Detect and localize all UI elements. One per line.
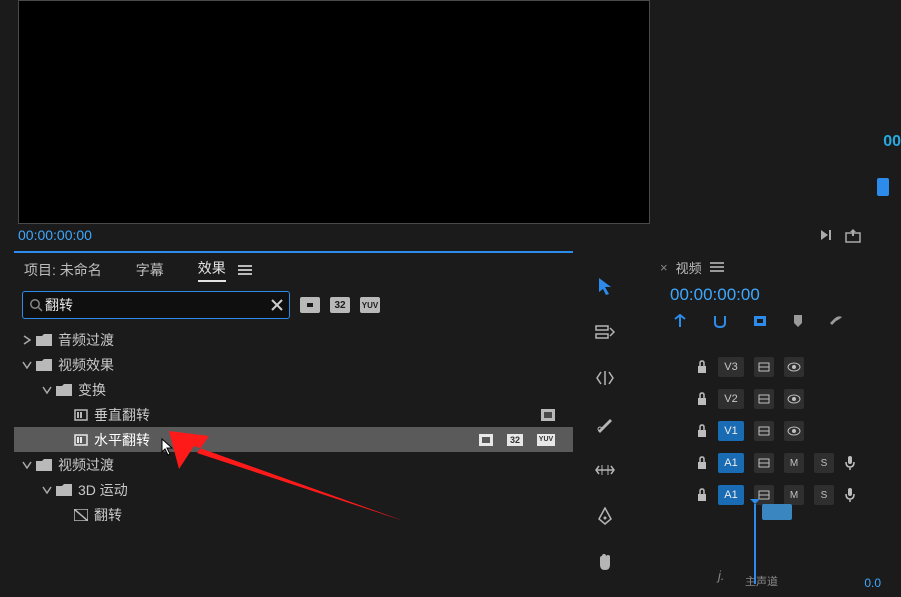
tree-vertical-flip[interactable]: 垂直翻转 bbox=[14, 402, 573, 427]
master-track-label: 主声道 bbox=[745, 573, 778, 589]
sequence-name[interactable]: 视频 bbox=[676, 258, 702, 277]
snap-icon[interactable] bbox=[712, 314, 728, 328]
transition-icon bbox=[74, 509, 88, 521]
insert-mode-icon[interactable] bbox=[672, 314, 688, 328]
folder-icon bbox=[36, 359, 52, 371]
timecode-fragment: 00 bbox=[883, 133, 901, 151]
track-label[interactable]: A1 bbox=[718, 485, 744, 505]
settings-icon[interactable] bbox=[828, 313, 844, 329]
effects-search-input[interactable] bbox=[43, 296, 271, 314]
folder-icon bbox=[36, 334, 52, 346]
lock-icon[interactable] bbox=[696, 360, 708, 374]
32bit-badge-icon: 32 bbox=[507, 434, 523, 446]
playhead[interactable] bbox=[754, 504, 756, 584]
audio-level-value: 0.0 bbox=[864, 576, 881, 590]
track-label[interactable]: V3 bbox=[718, 357, 744, 377]
close-panel-icon[interactable]: × bbox=[660, 260, 668, 275]
preview-timecode[interactable]: 00:00:00:00 bbox=[18, 227, 92, 243]
yuv-filter-icon[interactable]: YUV bbox=[360, 297, 380, 313]
timeline-panel: × 视频 00:00:00:00 V3 V2 V1 bbox=[648, 255, 901, 597]
sync-lock-icon[interactable] bbox=[754, 389, 774, 409]
chevron-down-icon bbox=[18, 361, 36, 369]
chevron-down-icon bbox=[38, 486, 56, 494]
toggle-output-icon[interactable] bbox=[784, 389, 804, 409]
ripple-edit-tool-icon[interactable] bbox=[591, 364, 619, 392]
track-v3[interactable]: V3 bbox=[648, 351, 901, 383]
chevron-down-icon bbox=[18, 461, 36, 469]
annotation-arrow bbox=[169, 431, 409, 526]
track-label[interactable]: V2 bbox=[718, 389, 744, 409]
sync-lock-icon[interactable] bbox=[754, 357, 774, 377]
effects-panel: 项目: 未命名 字幕 效果 32 YUV 音频过渡 视频效果 变换 bbox=[14, 251, 573, 596]
panel-menu-icon[interactable] bbox=[238, 265, 252, 275]
voiceover-icon[interactable] bbox=[844, 487, 856, 503]
preset-icon bbox=[74, 409, 88, 421]
clear-search-icon[interactable] bbox=[271, 299, 283, 311]
timeline-toolbar bbox=[648, 311, 901, 339]
tab-effects[interactable]: 效果 bbox=[198, 258, 226, 282]
chevron-right-icon bbox=[18, 335, 36, 345]
pen-tool-icon[interactable] bbox=[591, 502, 619, 530]
tool-column: T bbox=[584, 272, 626, 597]
hand-tool-icon[interactable] bbox=[591, 548, 619, 576]
yuv-badge-icon: YUV bbox=[537, 434, 555, 446]
track-label[interactable]: V1 bbox=[718, 421, 744, 441]
32bit-filter-icon[interactable]: 32 bbox=[330, 297, 350, 313]
voiceover-icon[interactable] bbox=[844, 455, 856, 471]
solo-button[interactable]: S bbox=[814, 453, 834, 473]
mute-button[interactable]: M bbox=[784, 485, 804, 505]
effects-search-box[interactable] bbox=[22, 291, 290, 319]
folder-icon bbox=[56, 384, 72, 396]
folder-icon bbox=[56, 484, 72, 496]
search-icon bbox=[29, 298, 43, 312]
track-v2[interactable]: V2 bbox=[648, 383, 901, 415]
audio-clip[interactable] bbox=[762, 504, 792, 520]
accelerated-filter-icon[interactable] bbox=[300, 297, 320, 313]
preview-monitor bbox=[18, 0, 650, 224]
panel-menu-icon[interactable] bbox=[710, 262, 724, 272]
toggle-output-icon[interactable] bbox=[784, 421, 804, 441]
solo-button[interactable]: S bbox=[814, 485, 834, 505]
track-a1[interactable]: A1 M S bbox=[648, 447, 901, 479]
panel-tabs: 项目: 未命名 字幕 效果 bbox=[14, 253, 573, 287]
lock-icon[interactable] bbox=[696, 456, 708, 470]
effects-search-row: 32 YUV bbox=[14, 287, 573, 325]
timeline-header: × 视频 bbox=[648, 255, 901, 279]
cursor-icon bbox=[161, 438, 175, 456]
linked-selection-icon[interactable] bbox=[752, 314, 768, 328]
tab-subtitle[interactable]: 字幕 bbox=[136, 260, 164, 280]
track-v1[interactable]: V1 bbox=[648, 415, 901, 447]
track-select-tool-icon[interactable] bbox=[591, 318, 619, 346]
tree-video-effects[interactable]: 视频效果 bbox=[14, 352, 573, 377]
track-label[interactable]: A1 bbox=[718, 453, 744, 473]
watermark: j. bbox=[718, 568, 725, 583]
lock-icon[interactable] bbox=[696, 392, 708, 406]
step-forward-icon[interactable] bbox=[820, 229, 838, 241]
tracks: V3 V2 V1 A1 M S A1 M bbox=[648, 339, 901, 511]
folder-icon bbox=[36, 459, 52, 471]
sync-lock-icon[interactable] bbox=[754, 421, 774, 441]
tree-transform[interactable]: 变换 bbox=[14, 377, 573, 402]
toggle-output-icon[interactable] bbox=[784, 357, 804, 377]
mute-button[interactable]: M bbox=[784, 453, 804, 473]
in-out-marker[interactable] bbox=[877, 178, 889, 196]
razor-tool-icon[interactable] bbox=[591, 410, 619, 438]
export-frame-icon[interactable] bbox=[845, 229, 861, 243]
lock-icon[interactable] bbox=[696, 488, 708, 502]
accelerated-badge-icon bbox=[541, 409, 555, 421]
chevron-down-icon bbox=[38, 386, 56, 394]
lock-icon[interactable] bbox=[696, 424, 708, 438]
accelerated-badge-icon bbox=[479, 434, 493, 446]
preset-icon bbox=[74, 434, 88, 446]
slip-tool-icon[interactable] bbox=[591, 456, 619, 484]
marker-icon[interactable] bbox=[792, 314, 804, 328]
timeline-timecode[interactable]: 00:00:00:00 bbox=[648, 279, 901, 311]
tab-project[interactable]: 项目: 未命名 bbox=[24, 260, 102, 280]
sync-lock-icon[interactable] bbox=[754, 453, 774, 473]
tree-audio-transitions[interactable]: 音频过渡 bbox=[14, 327, 573, 352]
selection-tool-icon[interactable] bbox=[591, 272, 619, 300]
